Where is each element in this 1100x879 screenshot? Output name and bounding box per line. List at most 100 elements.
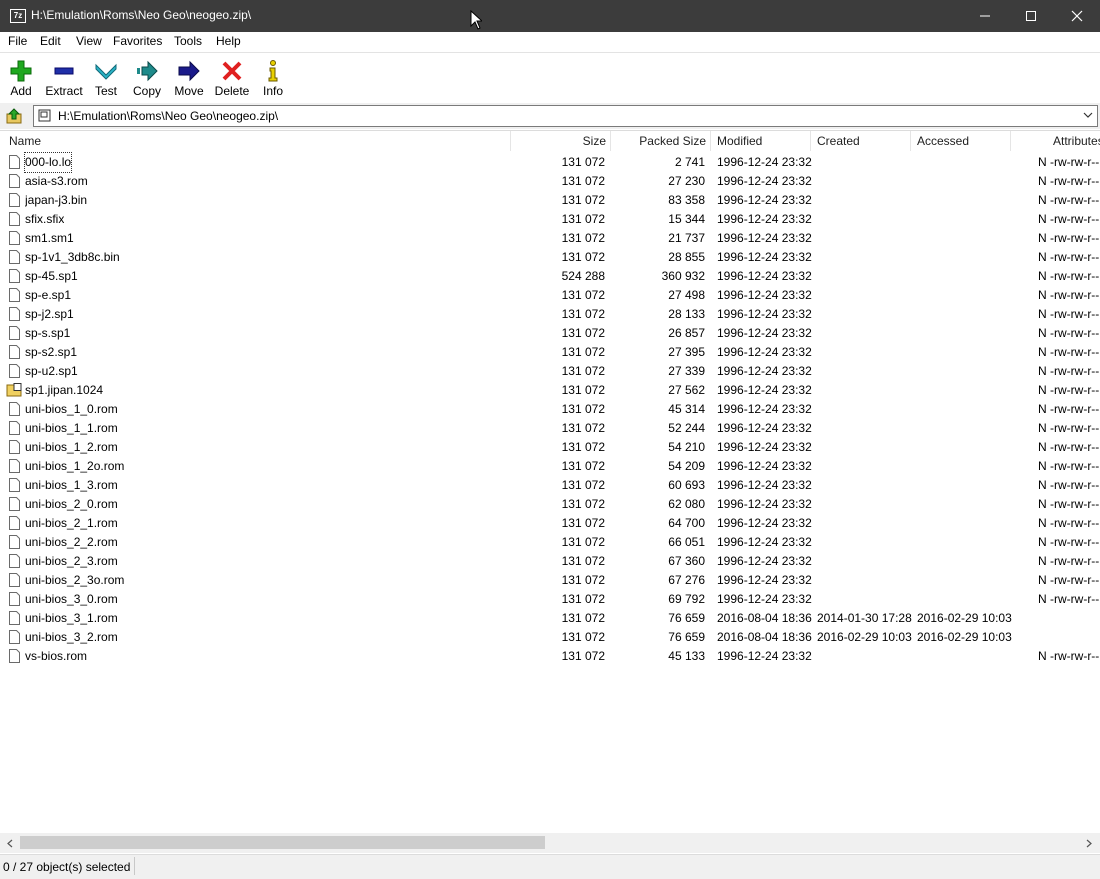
file-attributes: N -rw-rw-r-- [1038, 269, 1100, 283]
file-modified: 1996-12-24 23:32 [717, 174, 812, 188]
file-attributes: N -rw-rw-r-- [1038, 497, 1100, 511]
menu-help[interactable]: Help [216, 34, 241, 48]
table-row[interactable]: japan-j3.bin 131 072 83 358 1996-12-24 23:3… [0, 191, 1100, 210]
table-row[interactable]: 000-lo.lo 131 072 2 741 1996-12-24 23:32 N -… [0, 152, 1100, 173]
folder-up-icon[interactable] [5, 107, 23, 125]
column-header-modified[interactable]: Modified [717, 131, 762, 151]
file-modified: 1996-12-24 23:32 [717, 535, 812, 549]
table-row[interactable]: uni-bios_1_0.rom 131 072 45 314 1996-12-24 … [0, 400, 1100, 419]
table-row[interactable]: uni-bios_3_2.rom 131 072 76 659 2016-08-04 … [0, 628, 1100, 647]
list-header: Name Size Packed Size Modified Created A… [0, 131, 1100, 151]
add-button[interactable]: Add [3, 55, 39, 101]
table-row[interactable]: sp-j2.sp1 131 072 28 133 1996-12-24 23:32 N … [0, 305, 1100, 324]
scroll-right-icon[interactable] [1085, 839, 1093, 848]
column-header-name[interactable]: Name [9, 131, 41, 151]
file-name: asia-s3.rom [25, 174, 88, 188]
file-icon [9, 554, 20, 568]
table-row[interactable]: sp-45.sp1 524 288 360 932 1996-12-24 23:32 N… [0, 267, 1100, 286]
menu-file[interactable]: File [8, 34, 27, 48]
horizontal-scrollbar[interactable] [0, 833, 1100, 853]
file-modified: 1996-12-24 23:32 [717, 554, 812, 568]
minimize-button[interactable] [962, 0, 1008, 32]
file-packed-size: 28 855 [668, 250, 705, 264]
table-row[interactable]: uni-bios_1_2.rom 131 072 54 210 1996-12-24 … [0, 438, 1100, 457]
file-name: uni-bios_1_1.rom [25, 421, 118, 435]
table-row[interactable]: uni-bios_3_1.rom 131 072 76 659 2016-08-04 … [0, 609, 1100, 628]
menu-favorites[interactable]: Favorites [113, 34, 162, 48]
extract-button[interactable]: Extract [43, 55, 85, 101]
table-row[interactable]: uni-bios_2_3o.rom 131 072 67 276 1996-12-24… [0, 571, 1100, 590]
column-divider[interactable] [1010, 131, 1011, 151]
file-attributes: N -rw-rw-r-- [1038, 478, 1100, 492]
file-name: sp-u2.sp1 [25, 364, 78, 378]
address-combobox[interactable]: H:\Emulation\Roms\Neo Geo\neogeo.zip\ [33, 105, 1098, 127]
table-row[interactable]: uni-bios_1_2o.rom 131 072 54 209 1996-12-24… [0, 457, 1100, 476]
column-header-created[interactable]: Created [817, 131, 860, 151]
table-row[interactable]: sm1.sm1 131 072 21 737 1996-12-24 23:32 N -r… [0, 229, 1100, 248]
table-row[interactable]: sp1.jipan.1024 131 072 27 562 1996-12-24 23… [0, 381, 1100, 400]
close-button[interactable] [1054, 0, 1100, 32]
file-size: 131 072 [561, 250, 605, 264]
table-row[interactable]: uni-bios_1_1.rom 131 072 52 244 1996-12-24 … [0, 419, 1100, 438]
table-row[interactable]: vs-bios.rom 131 072 45 133 1996-12-24 23:32… [0, 647, 1100, 666]
file-attributes: N -rw-rw-r-- [1038, 364, 1100, 378]
table-row[interactable]: sp-s2.sp1 131 072 27 395 1996-12-24 23:32 N … [0, 343, 1100, 362]
table-row[interactable]: uni-bios_2_2.rom 131 072 66 051 1996-12-24 … [0, 533, 1100, 552]
file-packed-size: 27 395 [668, 345, 705, 359]
table-row[interactable]: sp-1v1_3db8c.bin 131 072 28 855 1996-12-24 … [0, 248, 1100, 267]
file-packed-size: 62 080 [668, 497, 705, 511]
table-row[interactable]: asia-s3.rom 131 072 27 230 1996-12-24 23:32… [0, 172, 1100, 191]
file-modified: 1996-12-24 23:32 [717, 288, 812, 302]
copy-button[interactable]: Copy [129, 55, 165, 101]
move-button[interactable]: Move [170, 55, 208, 101]
column-divider[interactable] [910, 131, 911, 151]
table-row[interactable]: uni-bios_1_3.rom 131 072 60 693 1996-12-24 … [0, 476, 1100, 495]
column-header-size[interactable]: Size [511, 131, 606, 151]
table-row[interactable]: sp-e.sp1 131 072 27 498 1996-12-24 23:32 N -… [0, 286, 1100, 305]
file-name: vs-bios.rom [25, 649, 88, 663]
file-icon [9, 193, 20, 207]
table-row[interactable]: uni-bios_2_1.rom 131 072 64 700 1996-12-24 … [0, 514, 1100, 533]
address-path[interactable]: H:\Emulation\Roms\Neo Geo\neogeo.zip\ [58, 109, 278, 123]
menu-edit[interactable]: Edit [40, 34, 61, 48]
file-name: uni-bios_1_0.rom [25, 402, 118, 416]
column-divider[interactable] [810, 131, 811, 151]
column-header-packed-size[interactable]: Packed Size [611, 131, 706, 151]
chevron-down-icon[interactable] [1083, 111, 1093, 119]
info-button[interactable]: Info [257, 55, 289, 101]
column-header-attributes[interactable]: Attributes [1053, 131, 1100, 151]
file-attributes: N -rw-rw-r-- [1038, 212, 1100, 226]
file-icon [9, 573, 20, 587]
file-icon [9, 231, 20, 245]
table-row[interactable]: sp-s.sp1 131 072 26 857 1996-12-24 23:32 N -… [0, 324, 1100, 343]
table-row[interactable]: uni-bios_3_0.rom 131 072 69 792 1996-12-24 … [0, 590, 1100, 609]
scrollbar-thumb[interactable] [20, 836, 545, 849]
menu-tools[interactable]: Tools [174, 34, 202, 48]
file-size: 131 072 [561, 459, 605, 473]
file-name: uni-bios_3_0.rom [25, 592, 118, 606]
table-row[interactable]: sfix.sfix 131 072 15 344 1996-12-24 23:32 N … [0, 210, 1100, 229]
file-attributes: N -rw-rw-r-- [1038, 250, 1100, 264]
test-button[interactable]: Test [88, 55, 124, 101]
file-packed-size: 27 339 [668, 364, 705, 378]
maximize-button[interactable] [1008, 0, 1054, 32]
file-icon [9, 269, 20, 283]
7zip-app-icon[interactable]: 7z [10, 9, 26, 23]
file-name: sp-j2.sp1 [25, 307, 74, 321]
file-modified: 1996-12-24 23:32 [717, 307, 812, 321]
file-name: sp-1v1_3db8c.bin [25, 250, 120, 264]
file-size: 131 072 [561, 592, 605, 606]
table-row[interactable]: sp-u2.sp1 131 072 27 339 1996-12-24 23:32 N … [0, 362, 1100, 381]
file-name: uni-bios_2_3o.rom [25, 573, 125, 587]
table-row[interactable]: uni-bios_2_3.rom 131 072 67 360 1996-12-24 … [0, 552, 1100, 571]
menu-view[interactable]: View [76, 34, 102, 48]
column-divider[interactable] [710, 131, 711, 151]
column-header-accessed[interactable]: Accessed [917, 131, 969, 151]
delete-button[interactable]: Delete [212, 55, 252, 101]
file-attributes: N -rw-rw-r-- [1038, 516, 1100, 530]
delete-x-icon [222, 61, 242, 81]
file-packed-size: 83 358 [668, 193, 705, 207]
file-modified: 1996-12-24 23:32 [717, 649, 812, 663]
table-row[interactable]: uni-bios_2_0.rom 131 072 62 080 1996-12-24 … [0, 495, 1100, 514]
scroll-left-icon[interactable] [6, 839, 14, 848]
